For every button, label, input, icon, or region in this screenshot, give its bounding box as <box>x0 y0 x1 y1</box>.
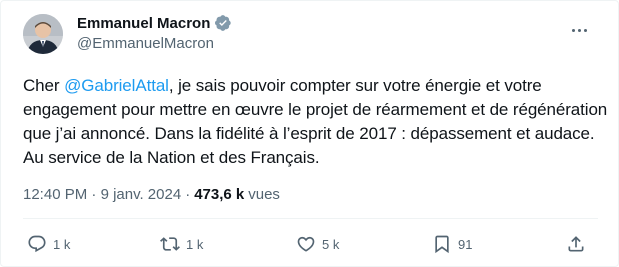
views-label: vues <box>248 186 280 203</box>
more-options-icon[interactable] <box>572 25 592 35</box>
tweet-timestamp[interactable]: 12:40 PM · 9 janv. 2024 <box>23 186 181 203</box>
bookmark-count: 91 <box>458 236 473 252</box>
heart-icon <box>297 236 315 252</box>
avatar[interactable] <box>23 14 63 54</box>
bookmark-button[interactable]: 91 <box>432 234 472 254</box>
author-name[interactable]: Emmanuel Macron <box>77 15 210 32</box>
tweet-text-start: Cher <box>23 76 65 95</box>
repost-button[interactable]: 1 k <box>160 234 203 254</box>
share-button[interactable] <box>566 234 586 254</box>
reply-button[interactable]: 1 k <box>27 234 70 254</box>
divider <box>23 218 598 219</box>
repost-count: 1 k <box>186 236 204 252</box>
reply-icon <box>28 235 46 253</box>
like-button[interactable]: 5 k <box>296 234 339 254</box>
tweet-time[interactable]: 12:40 PM <box>23 186 87 203</box>
meta-separator-2: · <box>185 186 191 203</box>
author-name-row[interactable]: Emmanuel Macron <box>77 14 232 32</box>
tweet-meta: 12:40 PM · 9 janv. 2024 · 473,6 k vues <box>23 186 280 203</box>
action-bar: 1 k 1 k 5 k 91 <box>23 234 598 256</box>
views-count[interactable]: 473,6 k <box>194 186 244 203</box>
tweet-text: Cher @GabrielAttal, je sais pouvoir comp… <box>23 74 608 170</box>
bookmark-icon <box>435 235 449 254</box>
repost-icon <box>160 237 180 251</box>
reply-count: 1 k <box>53 236 71 252</box>
tweet-date[interactable]: 9 janv. 2024 <box>101 186 182 203</box>
share-icon <box>568 236 584 252</box>
meta-separator: · <box>91 186 97 203</box>
mention-link[interactable]: @GabrielAttal <box>64 76 169 95</box>
avatar-image <box>23 14 63 54</box>
verified-badge-icon <box>214 14 232 32</box>
tweet-card: Emmanuel Macron @EmmanuelMacron Cher @Ga… <box>0 0 619 267</box>
like-count: 5 k <box>322 236 340 252</box>
author-handle[interactable]: @EmmanuelMacron <box>77 35 214 52</box>
